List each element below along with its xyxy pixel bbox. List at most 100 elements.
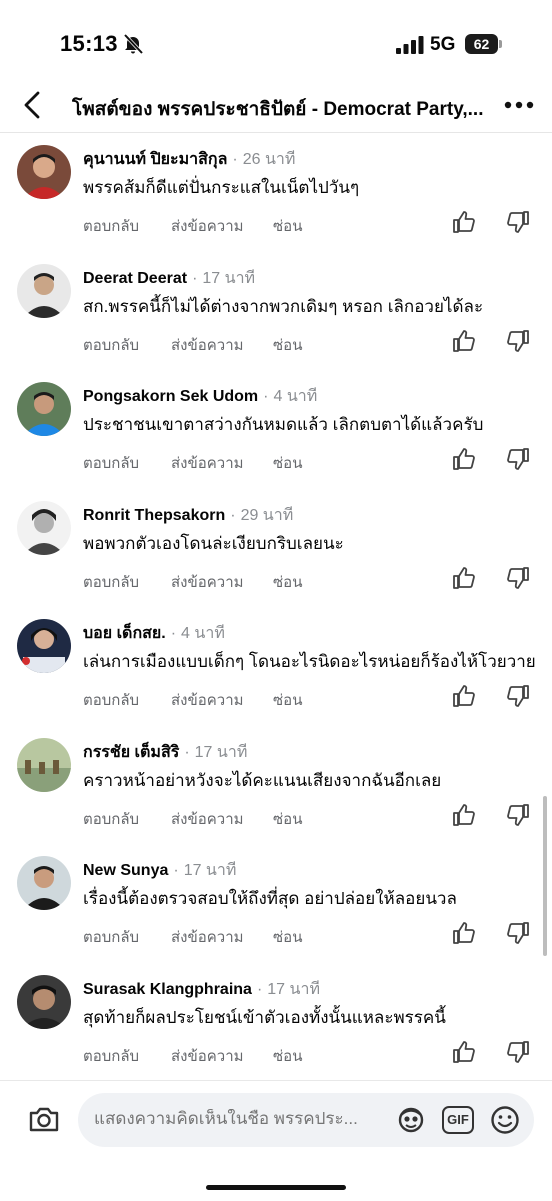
bell-off-icon (122, 33, 144, 55)
comment-text: คราวหน้าอย่าหวังจะได้คะแนนเสียงจากฉันอีก… (83, 770, 442, 790)
hide-button[interactable]: ซ่อน (273, 333, 302, 357)
comment-item: Pongsakorn Sek Udom · 4 นาที ประชาชนเขาตาส… (0, 377, 552, 496)
avatar[interactable] (17, 856, 71, 910)
smile-icon[interactable] (490, 1105, 520, 1135)
comment-time: 4 นาที (181, 625, 225, 642)
comment-composer: GIF (0, 1080, 552, 1201)
commenter-name[interactable]: Surasak Klangphraina (83, 981, 252, 998)
thumbs-down-icon[interactable] (506, 566, 530, 590)
comment-time: 4 นาที (273, 388, 318, 405)
comment-input[interactable] (94, 1109, 386, 1129)
comment-text: เล่นการเมืองแบบเด็กๆ โดนอะไรนิดอะไรหน่อย… (83, 652, 536, 671)
home-indicator (206, 1185, 346, 1190)
comment-text: พอพวกตัวเองโดนล่ะเงียบกริบเลยนะ (83, 533, 344, 553)
avatar[interactable] (17, 145, 71, 199)
comment-item: คุนานนท์ ปิยะมาสิกุล · 26 นาที พรรคส้มก็ดี… (0, 140, 552, 259)
thumbs-up-icon[interactable] (452, 447, 476, 471)
send-message-button[interactable]: ส่งข้อความ (171, 688, 244, 712)
thumbs-up-icon[interactable] (452, 803, 476, 827)
comment-list: คุนานนท์ ปิยะมาสิกุล · 26 นาที พรรคส้มก็ดี… (0, 140, 552, 1088)
thumbs-down-icon[interactable] (506, 684, 530, 708)
camera-icon[interactable] (28, 1105, 60, 1133)
avatar[interactable] (17, 382, 71, 436)
commenter-name[interactable]: Pongsakorn Sek Udom (83, 388, 258, 405)
commenter-name[interactable]: Ronrit Thepsakorn (83, 507, 225, 524)
back-button[interactable] (18, 90, 48, 120)
comment-item: Deerat Deerat · 17 นาที สก.พรรคนี้ก็ไม่ได้… (0, 259, 552, 378)
comment-time: 17 นาที (202, 269, 256, 287)
thumbs-down-icon[interactable] (506, 921, 530, 945)
hide-button[interactable]: ซ่อน (273, 214, 302, 238)
reply-button[interactable]: ตอบกลับ (83, 570, 139, 594)
avatar[interactable] (17, 619, 71, 673)
comment-time: 17 นาที (267, 980, 320, 998)
thumbs-up-icon[interactable] (452, 566, 476, 590)
thumbs-up-icon[interactable] (452, 329, 476, 353)
network-type: 5G (430, 34, 456, 55)
comment-item: กรรชัย เต็มสิริ · 17 นาที คราวหน้าอย่าหวัง… (0, 733, 552, 852)
comment-time: 26 นาที (242, 151, 296, 168)
more-horizontal-icon (504, 101, 534, 109)
send-message-button[interactable]: ส่งข้อความ (171, 333, 244, 357)
reply-button[interactable]: ตอบกลับ (83, 807, 139, 831)
send-message-button[interactable]: ส่งข้อความ (171, 451, 244, 475)
commenter-name[interactable]: บอย เด็กสย. (83, 625, 166, 642)
commenter-name[interactable]: Deerat Deerat (83, 270, 187, 287)
reply-button[interactable]: ตอบกลับ (83, 1044, 139, 1068)
gif-button[interactable]: GIF (442, 1106, 474, 1134)
thumbs-down-icon[interactable] (506, 1040, 530, 1064)
avatar[interactable] (17, 737, 71, 792)
commenter-name[interactable]: New Sunya (83, 862, 168, 879)
comment-text: ประชาชนเขาตาสว่างกันหมดแล้ว เลิกตบตาได้แ… (83, 415, 484, 434)
send-message-button[interactable]: ส่งข้อความ (171, 570, 244, 594)
thumbs-up-icon[interactable] (452, 1040, 476, 1064)
avatar-sticker-icon[interactable] (396, 1106, 426, 1134)
more-options-button[interactable] (502, 92, 536, 118)
thumbs-up-icon[interactable] (452, 210, 476, 234)
hide-button[interactable]: ซ่อน (273, 451, 302, 475)
avatar[interactable] (17, 263, 71, 318)
send-message-button[interactable]: ส่งข้อความ (171, 925, 244, 949)
hide-button[interactable]: ซ่อน (273, 925, 302, 949)
comment-time: 29 นาที (240, 506, 294, 524)
scrollbar[interactable] (543, 796, 547, 956)
status-time: 15:13 (60, 31, 118, 56)
signal-icon (396, 36, 424, 54)
status-bar: 15:13 5G 62 (0, 0, 552, 88)
comment-text: เรื่องนี้ต้องตรวจสอบให้ถึงที่สุด อย่าปล่… (83, 889, 457, 908)
reply-button[interactable]: ตอบกลับ (83, 333, 139, 357)
hide-button[interactable]: ซ่อน (273, 1044, 302, 1068)
commenter-name[interactable]: กรรชัย เต็มสิริ (83, 744, 179, 761)
commenter-name[interactable]: คุนานนท์ ปิยะมาสิกุล (83, 151, 227, 168)
comment-time: 17 นาที (194, 743, 248, 761)
comment-item: Ronrit Thepsakorn · 29 นาที พอพวกตัวเองโดน… (0, 496, 552, 615)
avatar[interactable] (17, 974, 71, 1029)
reply-button[interactable]: ตอบกลับ (83, 925, 139, 949)
reply-button[interactable]: ตอบกลับ (83, 214, 139, 238)
send-message-button[interactable]: ส่งข้อความ (171, 1044, 244, 1068)
avatar[interactable] (17, 500, 71, 555)
hide-button[interactable]: ซ่อน (273, 688, 302, 712)
comment-text: สก.พรรคนี้ก็ไม่ได้ต่างจากพวกเดิมๆ หรอก เ… (83, 296, 484, 316)
send-message-button[interactable]: ส่งข้อความ (171, 807, 244, 831)
thumbs-up-icon[interactable] (452, 921, 476, 945)
thumbs-down-icon[interactable] (506, 447, 530, 471)
comment-input-box[interactable]: GIF (78, 1093, 534, 1147)
thumbs-up-icon[interactable] (452, 684, 476, 708)
reply-button[interactable]: ตอบกลับ (83, 451, 139, 475)
page-title: โพสต์ของ พรรคประชาธิปัตย์ - Democrat Par… (72, 99, 484, 120)
battery-level: 62 (465, 34, 498, 54)
comment-time: 17 นาที (183, 862, 237, 879)
reply-button[interactable]: ตอบกลับ (83, 688, 139, 712)
comment-item: New Sunya · 17 นาที เรื่องนี้ต้องตรวจสอบให… (0, 851, 552, 970)
thumbs-down-icon[interactable] (506, 803, 530, 827)
comment-text: สุดท้ายก็ผลประโยชน์เข้าตัวเองทั้งนั้นแหล… (83, 1007, 446, 1027)
hide-button[interactable]: ซ่อน (273, 807, 302, 831)
send-message-button[interactable]: ส่งข้อความ (171, 214, 244, 238)
hide-button[interactable]: ซ่อน (273, 570, 302, 594)
post-header: โพสต์ของ พรรคประชาธิปัตย์ - Democrat Par… (0, 80, 552, 133)
chevron-left-icon (24, 91, 40, 119)
thumbs-down-icon[interactable] (506, 210, 530, 234)
thumbs-down-icon[interactable] (506, 329, 530, 353)
comment-text: พรรคส้มก็ดีแต่ปั่นกระแสในเน็ตไปวันๆ (83, 178, 360, 197)
